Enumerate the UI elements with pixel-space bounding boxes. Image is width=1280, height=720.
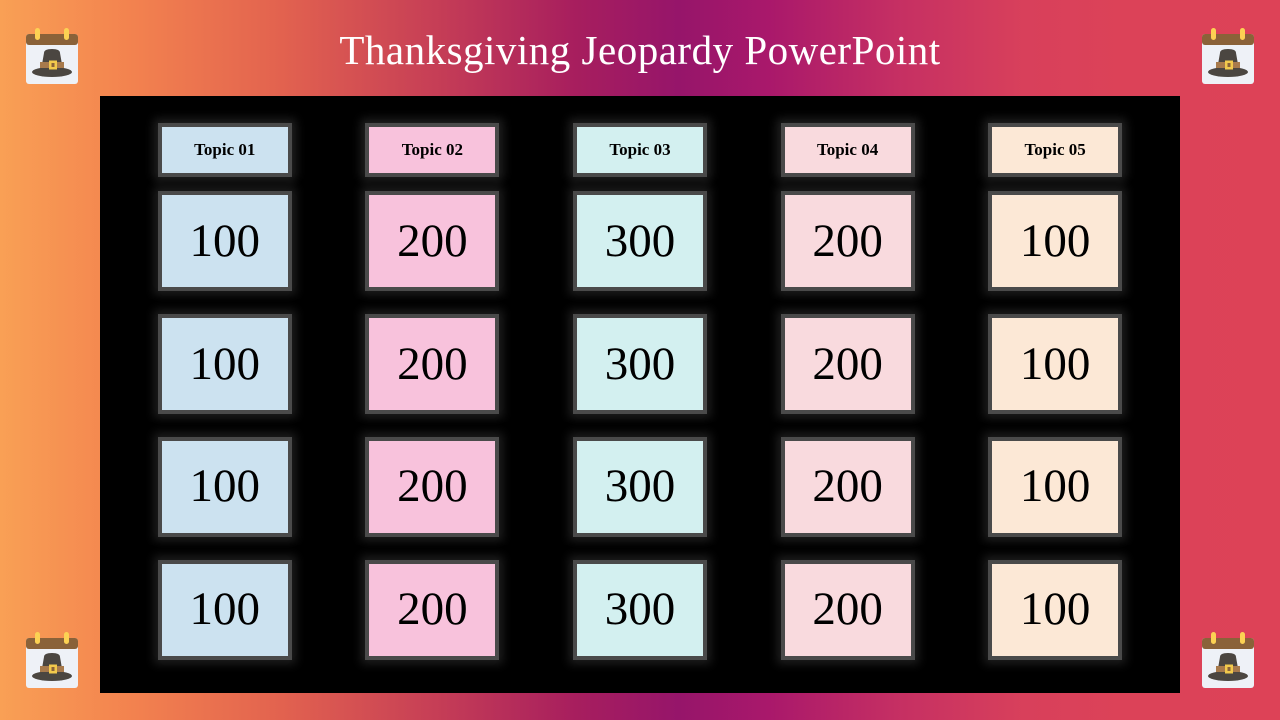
value-label: 100	[1019, 460, 1091, 513]
category-column-3: Topic 03	[536, 120, 744, 180]
value-tile[interactable]: 100	[988, 191, 1123, 292]
category-label: Topic 03	[609, 140, 671, 159]
value-row: 100 200 300 200 100	[121, 180, 1159, 303]
value-tile[interactable]: 300	[572, 436, 707, 537]
value-label: 200	[397, 460, 468, 513]
value-row: 100 200 300 200 100	[121, 548, 1159, 671]
value-tile[interactable]: 200	[780, 436, 915, 537]
value-label: 200	[812, 214, 883, 267]
value-label: 300	[604, 337, 676, 390]
value-label: 100	[189, 214, 261, 267]
value-tile[interactable]: 100	[157, 191, 292, 292]
value-cell: 200	[744, 303, 952, 426]
value-tile[interactable]: 300	[572, 191, 707, 292]
value-cell: 100	[121, 548, 329, 671]
value-tile[interactable]: 100	[157, 314, 292, 415]
value-label: 200	[812, 583, 883, 636]
value-tile[interactable]: 100	[988, 559, 1123, 660]
value-cell: 300	[536, 426, 744, 549]
value-label: 300	[604, 214, 676, 267]
value-tile[interactable]: 100	[988, 314, 1123, 415]
value-label: 300	[604, 460, 676, 513]
value-tile[interactable]: 200	[365, 314, 500, 415]
pilgrim-hat-calendar-icon	[1196, 26, 1260, 90]
value-tile[interactable]: 100	[157, 436, 292, 537]
value-label: 100	[1019, 337, 1091, 390]
value-cell: 100	[121, 426, 329, 549]
value-tile[interactable]: 100	[157, 559, 292, 660]
value-label: 200	[397, 337, 468, 390]
value-row: 100 200 300 200 100	[121, 303, 1159, 426]
value-label: 300	[604, 583, 676, 636]
pilgrim-hat-calendar-icon	[20, 26, 84, 90]
value-cell: 100	[951, 303, 1159, 426]
value-tile[interactable]: 200	[365, 559, 500, 660]
value-cell: 300	[536, 303, 744, 426]
category-label: Topic 01	[194, 140, 256, 159]
value-cell: 100	[951, 180, 1159, 303]
value-cell: 200	[329, 426, 537, 549]
value-tile[interactable]: 200	[780, 559, 915, 660]
value-cell: 100	[121, 303, 329, 426]
value-label: 100	[189, 460, 261, 513]
category-column-4: Topic 04	[744, 120, 952, 180]
value-label: 200	[812, 337, 883, 390]
category-label: Topic 02	[401, 140, 464, 159]
category-header-row: Topic 01 Topic 02 Topic 03 Topic 04 Topi…	[121, 120, 1159, 180]
value-cell: 100	[951, 548, 1159, 671]
value-cell: 200	[744, 180, 952, 303]
value-tile[interactable]: 200	[365, 191, 500, 292]
value-cell: 200	[744, 426, 952, 549]
category-header-topic-02[interactable]: Topic 02	[365, 123, 500, 177]
value-tile[interactable]: 300	[572, 559, 707, 660]
category-column-5: Topic 05	[951, 120, 1159, 180]
value-label: 100	[189, 583, 261, 636]
pilgrim-hat-calendar-icon	[20, 630, 84, 694]
value-tile[interactable]: 200	[780, 314, 915, 415]
value-label: 200	[397, 583, 468, 636]
value-label: 100	[189, 337, 261, 390]
category-column-1: Topic 01	[121, 120, 329, 180]
value-label: 200	[812, 460, 883, 513]
value-tile[interactable]: 100	[988, 436, 1123, 537]
jeopardy-board: Topic 01 Topic 02 Topic 03 Topic 04 Topi…	[100, 96, 1180, 693]
value-cell: 100	[121, 180, 329, 303]
category-header-topic-04[interactable]: Topic 04	[780, 123, 915, 177]
value-tile[interactable]: 200	[365, 436, 500, 537]
category-label: Topic 05	[1024, 140, 1086, 159]
value-label: 200	[397, 214, 468, 267]
category-column-2: Topic 02	[329, 120, 537, 180]
value-tile[interactable]: 200	[780, 191, 915, 292]
category-header-topic-05[interactable]: Topic 05	[988, 123, 1123, 177]
value-cell: 200	[329, 303, 537, 426]
value-label: 100	[1019, 214, 1091, 267]
value-label: 100	[1019, 583, 1091, 636]
category-label: Topic 04	[816, 140, 879, 159]
value-cell: 300	[536, 548, 744, 671]
value-tile[interactable]: 300	[572, 314, 707, 415]
page-title: Thanksgiving Jeopardy PowerPoint	[339, 27, 941, 73]
category-header-topic-01[interactable]: Topic 01	[157, 123, 292, 177]
value-cell: 100	[951, 426, 1159, 549]
pilgrim-hat-calendar-icon	[1196, 630, 1260, 694]
value-cell: 200	[329, 548, 537, 671]
value-row: 100 200 300 200 100	[121, 426, 1159, 549]
value-cell: 200	[744, 548, 952, 671]
value-cell: 300	[536, 180, 744, 303]
category-header-topic-03[interactable]: Topic 03	[572, 123, 707, 177]
value-cell: 200	[329, 180, 537, 303]
